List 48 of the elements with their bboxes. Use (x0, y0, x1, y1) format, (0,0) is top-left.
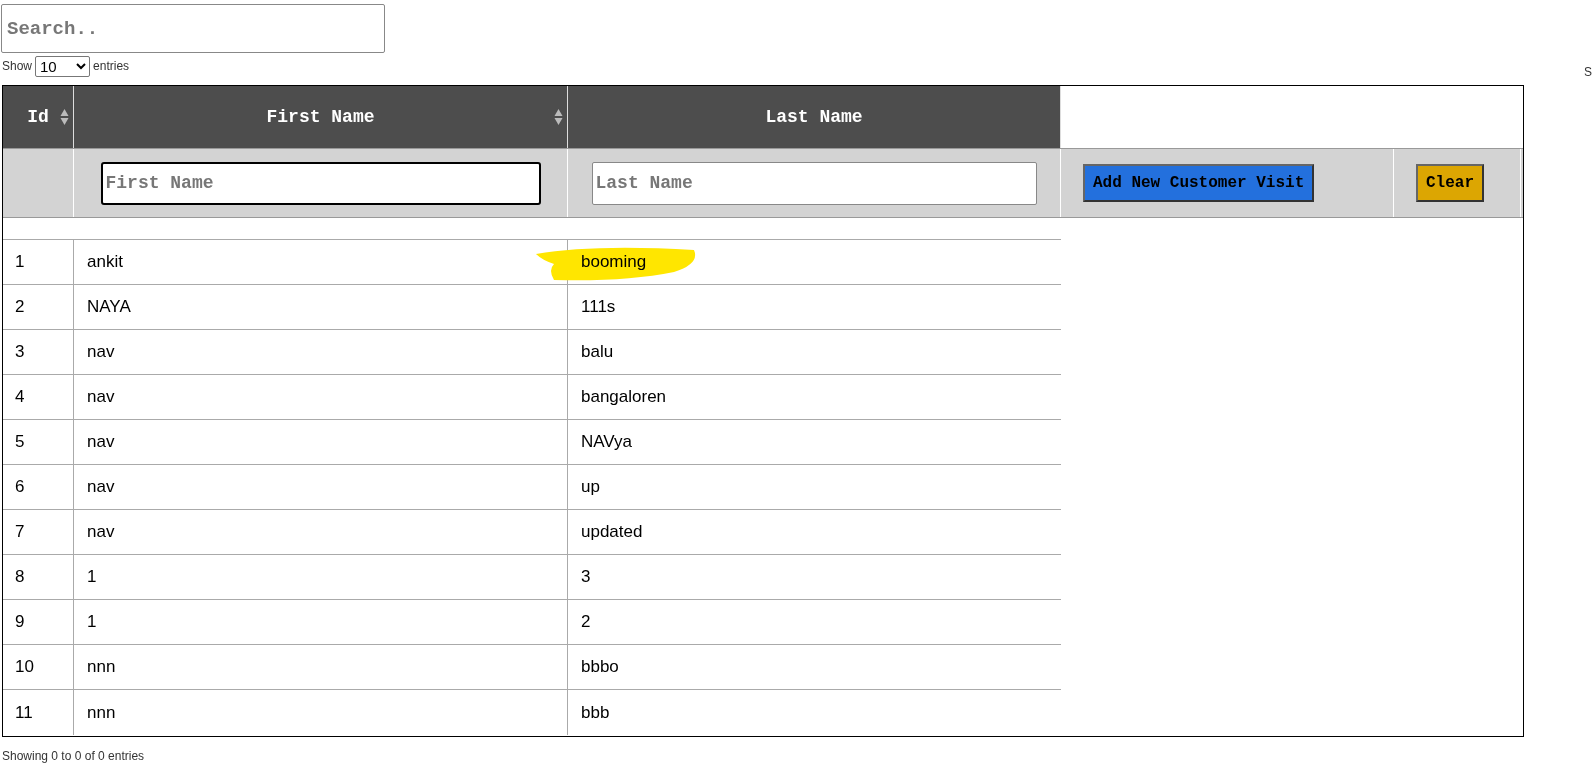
last-name-cell-text: booming (581, 251, 647, 274)
last-name-cell-text: up (581, 476, 600, 499)
last-name-cell-text: 111s (581, 296, 616, 319)
first-name-cell-text: nav (87, 521, 115, 544)
show-label: Show (2, 58, 33, 75)
id-cell-text: 2 (15, 296, 25, 319)
column-header[interactable]: Id (3, 86, 74, 148)
first-name-cell-text: nav (87, 341, 115, 364)
first-name-field[interactable]: First Name (100, 161, 541, 205)
search-field[interactable]: Search.. (1, 4, 385, 53)
search-label: S (1584, 64, 1592, 81)
first-name-cell-text: NAYA (87, 296, 131, 319)
last-name-cell-text: bbbo (581, 656, 619, 679)
last-name-cell-text: 2 (581, 611, 591, 634)
clear-button[interactable]: Clear (1416, 164, 1484, 202)
id-cell-text: 11 (15, 701, 33, 724)
entries-select[interactable]: 10 (35, 55, 91, 77)
id-cell-text: 10 (15, 656, 34, 679)
first-name-cell-text: nav (87, 386, 115, 409)
first-name-cell-text: nnn (87, 701, 116, 724)
id-cell-text: 3 (15, 341, 25, 364)
id-cell-text: 1 (15, 251, 25, 274)
column-header[interactable]: First Name (74, 86, 568, 148)
id-cell-text: 9 (15, 611, 25, 634)
last-name-cell-text: 3 (581, 566, 591, 589)
add-visit-button[interactable]: Add New Customer Visit (1083, 164, 1315, 202)
table-info: Showing 0 to 0 of 0 entries (2, 748, 145, 765)
id-cell-text: 4 (15, 386, 25, 409)
column-header: Last Name (568, 86, 1061, 148)
id-cell-text: 5 (15, 431, 25, 454)
entries-label: entries (93, 58, 130, 75)
first-name-cell-text: ankit (87, 251, 123, 274)
last-name-cell-text: bbb (581, 701, 610, 724)
id-cell-text: 7 (15, 521, 25, 544)
first-name-cell-text: 1 (87, 611, 97, 634)
id-cell-text: 6 (15, 476, 25, 499)
first-name-cell-text: 1 (87, 566, 97, 589)
last-name-cell-text: NAVya (581, 431, 633, 454)
last-name-cell-text: balu (581, 341, 614, 364)
first-name-cell-text: nav (87, 476, 115, 499)
sort-icon (60, 108, 69, 126)
sort-icon (554, 108, 563, 126)
first-name-cell-text: nnn (87, 656, 116, 679)
first-name-cell-text: nav (87, 431, 115, 454)
last-name-cell-text: bangaloren (581, 386, 667, 409)
id-cell-text: 8 (15, 566, 25, 589)
last-name-cell-text: updated (581, 521, 643, 544)
last-name-field[interactable]: Last Name (591, 161, 1037, 205)
